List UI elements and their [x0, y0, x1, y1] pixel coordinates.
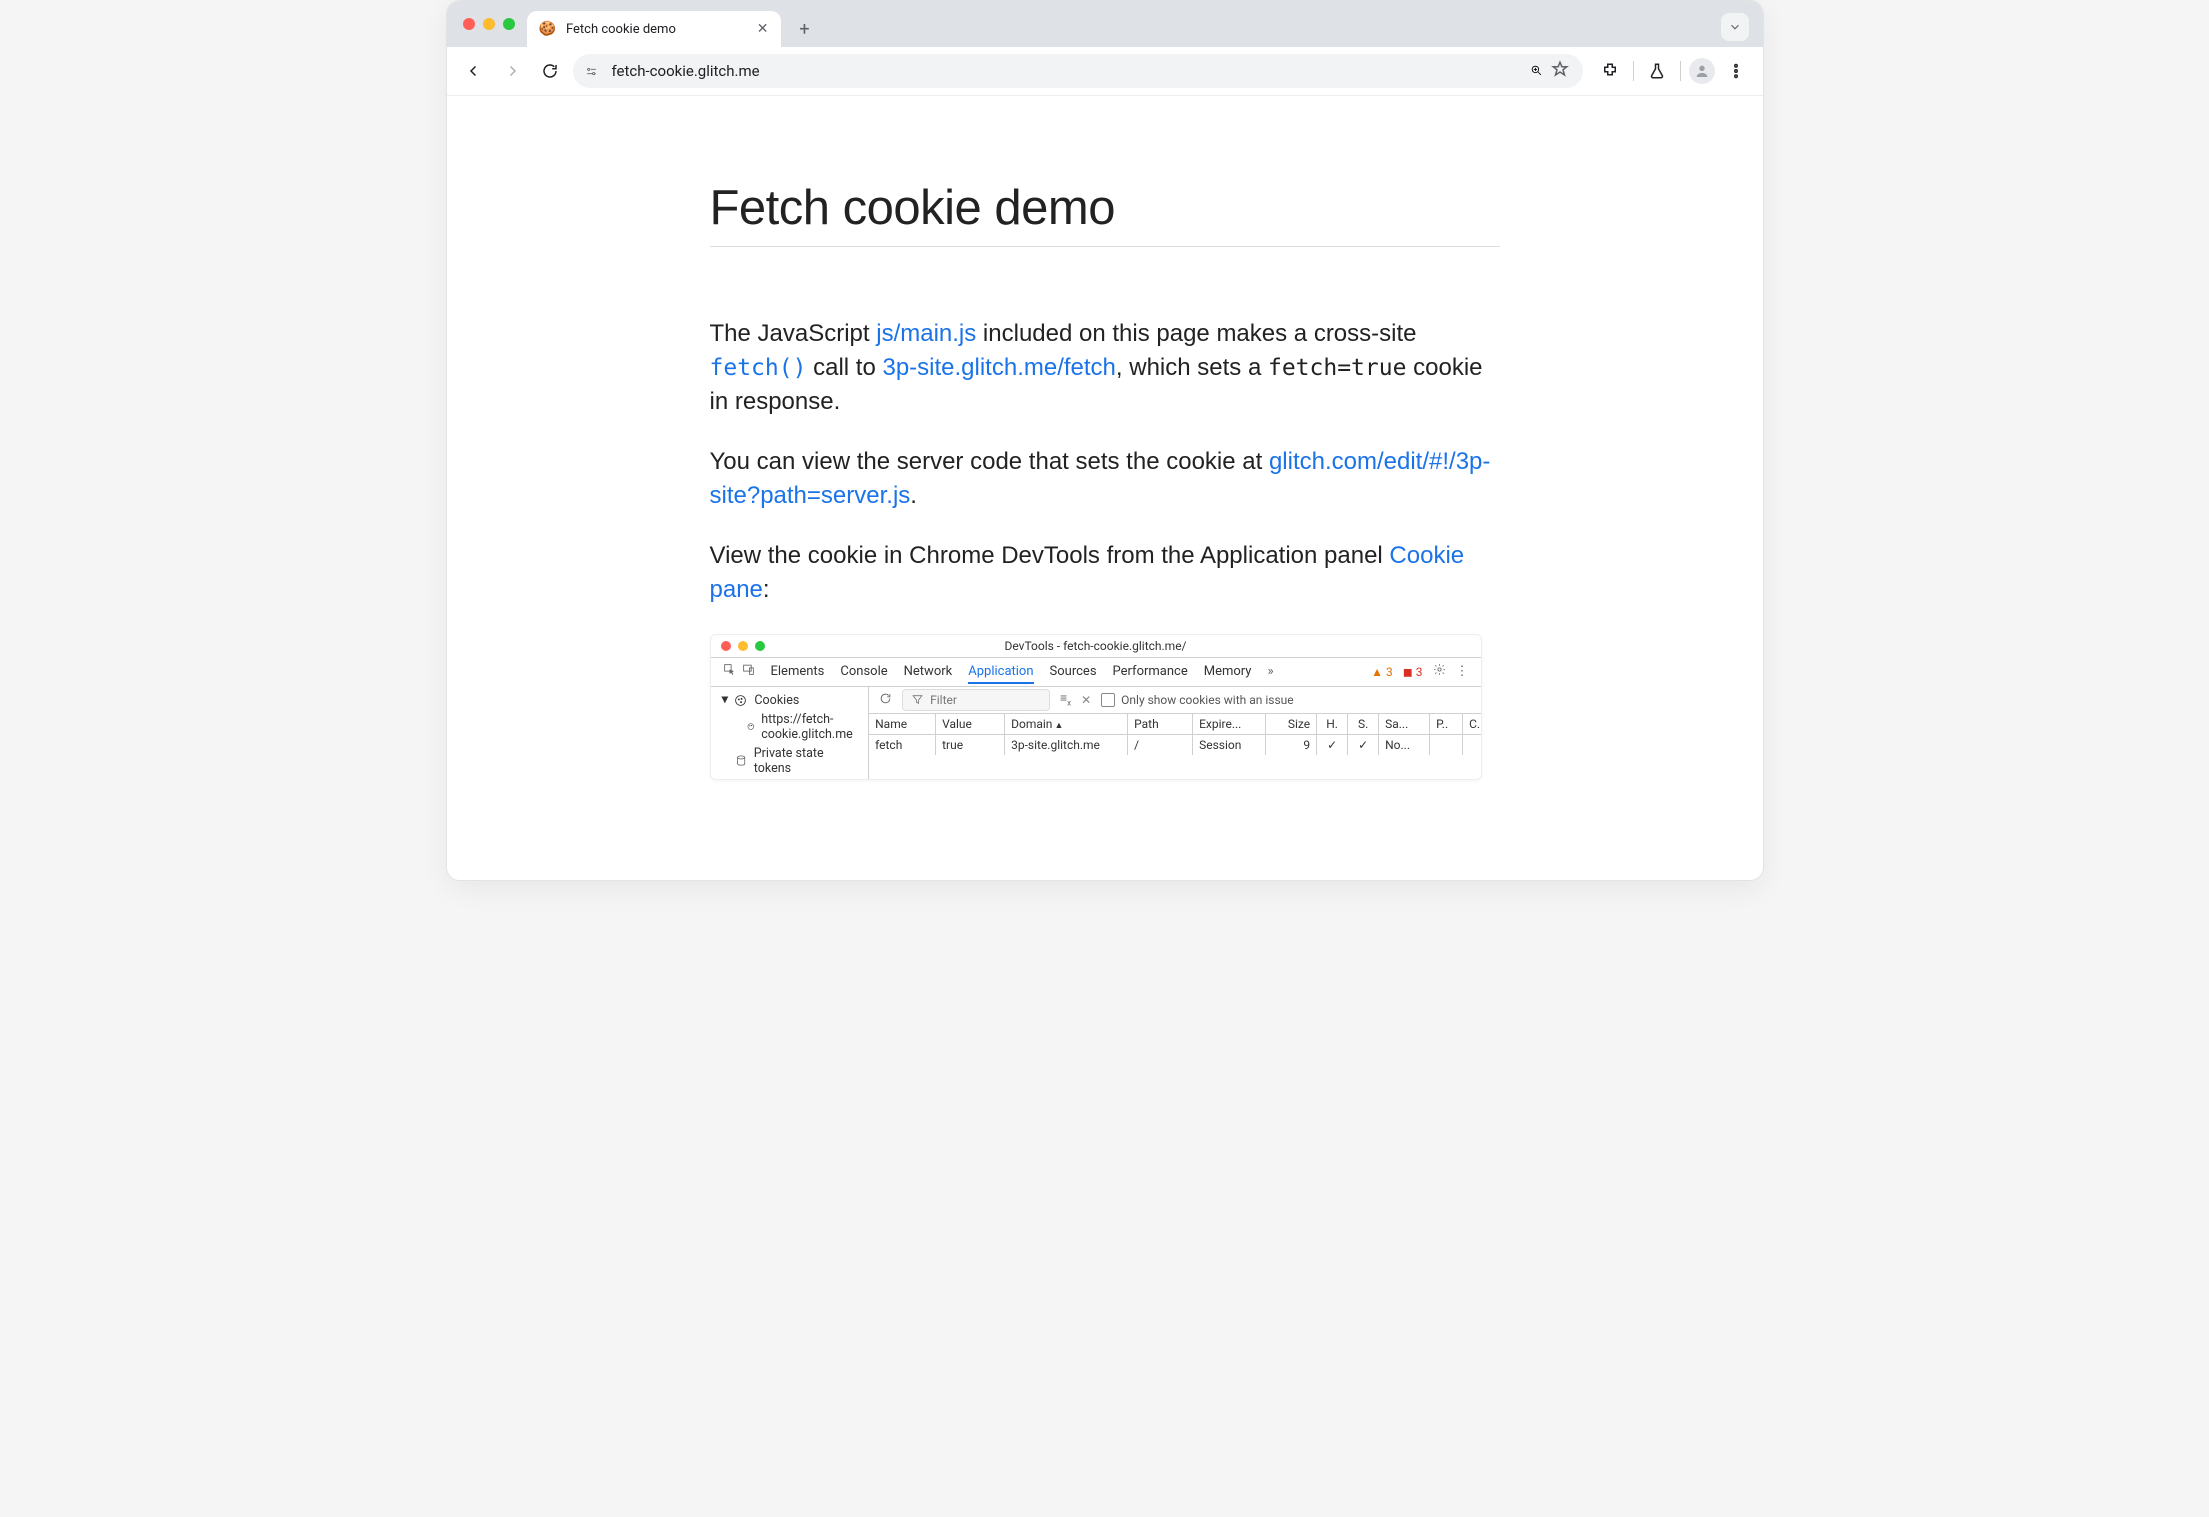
th-domain[interactable]: Domain▲	[1005, 714, 1128, 734]
sidebar-cookies[interactable]: ▶Cookies	[711, 691, 869, 710]
tab-console[interactable]: Console	[840, 664, 887, 679]
th-httponly[interactable]: H.	[1317, 714, 1348, 734]
tab-performance[interactable]: Performance	[1113, 664, 1188, 679]
th-samesite[interactable]: Sa...	[1379, 714, 1430, 734]
divider	[1680, 61, 1681, 81]
browser-window: 🍪 Fetch cookie demo ✕ + fetch-cookie.gli…	[446, 0, 1764, 881]
forward-button[interactable]	[497, 56, 527, 86]
th-partition[interactable]: P..	[1430, 714, 1463, 734]
tab-network[interactable]: Network	[904, 664, 953, 679]
tab-title: Fetch cookie demo	[566, 22, 676, 37]
cookies-table: Name Value Domain▲ Path Expire... Size H…	[869, 714, 1481, 779]
tabs-overflow-icon[interactable]: »	[1267, 664, 1273, 679]
zoom-icon[interactable]	[1530, 62, 1543, 81]
bookmark-star-icon[interactable]	[1551, 60, 1569, 82]
only-issues-label: Only show cookies with an issue	[1121, 693, 1293, 707]
close-window-button[interactable]	[463, 18, 475, 30]
page-title: Fetch cookie demo	[710, 180, 1500, 236]
devtools-titlebar: DevTools - fetch-cookie.glitch.me/	[711, 635, 1481, 657]
minimize-window-button[interactable]	[483, 18, 495, 30]
code-fetch-true: fetch=true	[1268, 355, 1406, 381]
only-issues-checkbox[interactable]	[1101, 693, 1115, 707]
back-button[interactable]	[459, 56, 489, 86]
devtools-menu-icon[interactable]: ⋮	[1456, 664, 1469, 679]
cookies-toolbar: Filter ≡x ✕ Only show cookies with an is…	[869, 687, 1481, 714]
url-text: fetch-cookie.glitch.me	[612, 62, 760, 80]
th-size[interactable]: Size	[1266, 714, 1317, 734]
page-content: Fetch cookie demo The JavaScript js/main…	[447, 96, 1763, 880]
labs-icon[interactable]	[1642, 56, 1672, 86]
devtools-tabs: Elements Console Network Application Sou…	[711, 657, 1481, 687]
table-header: Name Value Domain▲ Path Expire... Size H…	[869, 714, 1481, 735]
warning-badge[interactable]: ▲ 3	[1371, 665, 1393, 679]
settings-icon[interactable]	[1433, 663, 1446, 680]
tab-elements[interactable]: Elements	[771, 664, 825, 679]
th-value[interactable]: Value	[936, 714, 1005, 734]
address-bar[interactable]: fetch-cookie.glitch.me	[573, 54, 1583, 88]
paragraph-1: The JavaScript js/main.js included on th…	[710, 317, 1500, 419]
devtools-sidebar: ▶Cookies https://fetch-cookie.glitch.me …	[711, 687, 870, 779]
tab-application[interactable]: Application	[968, 664, 1033, 684]
refresh-icon[interactable]	[879, 692, 892, 708]
sidebar-interest-groups[interactable]: Interest groups	[711, 778, 869, 780]
extensions-icon[interactable]	[1595, 56, 1625, 86]
th-cross[interactable]: C.	[1463, 714, 1481, 734]
error-badge[interactable]: ◼ 3	[1403, 665, 1423, 679]
window-controls	[461, 1, 521, 47]
browser-tab[interactable]: 🍪 Fetch cookie demo ✕	[527, 11, 781, 47]
paragraph-2: You can view the server code that sets t…	[710, 445, 1500, 513]
th-secure[interactable]: S.	[1348, 714, 1379, 734]
clear-all-icon[interactable]: ✕	[1081, 693, 1091, 707]
favicon-icon: 🍪	[539, 22, 556, 36]
profile-avatar[interactable]	[1689, 58, 1715, 84]
tab-sources[interactable]: Sources	[1050, 664, 1097, 679]
inspect-icon[interactable]	[723, 663, 736, 680]
site-settings-icon[interactable]	[581, 63, 602, 80]
toolbar: fetch-cookie.glitch.me	[447, 47, 1763, 96]
tab-close-button[interactable]: ✕	[757, 21, 769, 37]
code-fetch[interactable]: fetch()	[710, 355, 807, 381]
chrome-menu-button[interactable]	[1721, 56, 1751, 86]
tabs-dropdown-button[interactable]	[1721, 13, 1749, 41]
th-path[interactable]: Path	[1128, 714, 1193, 734]
tab-strip: 🍪 Fetch cookie demo ✕ +	[447, 1, 1763, 47]
reload-button[interactable]	[535, 56, 565, 86]
th-expires[interactable]: Expire...	[1193, 714, 1266, 734]
filter-input[interactable]: Filter	[902, 689, 1050, 711]
sidebar-cookie-origin[interactable]: https://fetch-cookie.glitch.me	[711, 710, 869, 744]
link-mainjs[interactable]: js/main.js	[876, 320, 976, 347]
th-name[interactable]: Name	[869, 714, 936, 734]
heading-rule	[710, 246, 1500, 247]
tab-memory[interactable]: Memory	[1204, 664, 1252, 679]
link-3p-fetch[interactable]: 3p-site.glitch.me/fetch	[882, 354, 1115, 381]
devtools-main: Filter ≡x ✕ Only show cookies with an is…	[869, 687, 1481, 779]
clear-filter-icon[interactable]: ≡x	[1060, 691, 1071, 707]
devtools-screenshot: DevTools - fetch-cookie.glitch.me/ Eleme…	[710, 634, 1482, 780]
device-icon[interactable]	[742, 663, 755, 680]
sidebar-private-state-tokens[interactable]: Private state tokens	[711, 744, 869, 778]
paragraph-3: View the cookie in Chrome DevTools from …	[710, 539, 1500, 607]
filter-placeholder: Filter	[930, 693, 957, 707]
table-row[interactable]: fetch true 3p-site.glitch.me / Session 9…	[869, 735, 1481, 755]
maximize-window-button[interactable]	[503, 18, 515, 30]
divider	[1633, 61, 1634, 81]
new-tab-button[interactable]: +	[791, 15, 819, 43]
devtools-title: DevTools - fetch-cookie.glitch.me/	[711, 639, 1481, 653]
